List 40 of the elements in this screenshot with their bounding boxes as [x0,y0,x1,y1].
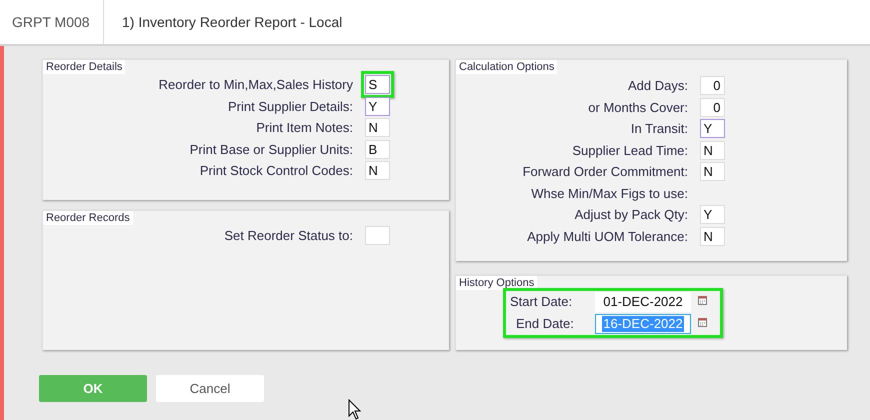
field-label: Add Days: [628,77,688,95]
panel-title: Reorder Details [43,60,126,74]
field-label: Print Base or Supplier Units: [190,140,353,159]
cancel-button[interactable]: Cancel [156,375,264,402]
input-field[interactable]: 0 [700,98,724,117]
date-field[interactable]: 01-DEC-2022 [595,292,691,312]
field-label: In Transit: [630,120,688,138]
field-label: Print Supplier Details: [228,98,353,116]
field-label: Apply Multi UOM Tolerance: [527,228,688,246]
input-field[interactable]: 0 [700,76,724,96]
calendar-icon[interactable] [698,296,707,305]
field-label: Print Item Notes: [256,119,353,137]
field-label: Whse Min/Max Figs to use: [531,184,688,203]
field-label: Start Date: [510,293,574,312]
input-field[interactable]: N [700,162,724,182]
field-label: Set Reorder Status to: [224,227,353,245]
panel-title: Calculation Options [456,60,558,74]
field-label: End Date: [515,315,575,334]
field-label: or Months Cover: [588,98,688,116]
calendar-icon[interactable] [698,318,707,327]
input-field[interactable]: N [700,226,724,246]
input-field[interactable]: Y [364,96,390,116]
input-field[interactable]: Y [700,119,724,138]
field-label: Print Stock Control Codes: [200,162,353,180]
panel-title: History Options [456,276,538,290]
mouse-pointer-icon [348,399,362,420]
panel-title: Reorder Records [43,211,133,225]
input-field[interactable] [364,226,390,246]
input-field[interactable]: Y [700,205,724,224]
field-label: Supplier Lead Time: [572,142,688,160]
input-field[interactable]: S [364,75,390,94]
field-label: Forward Order Commitment: [522,163,688,181]
window-title: 1) Inventory Reorder Report - Local [122,12,342,32]
input-field[interactable]: N [364,161,390,180]
input-field[interactable]: B [364,140,390,159]
input-field[interactable]: N [364,118,390,138]
report-code: GRPT M008 [12,12,90,32]
input-field[interactable]: N [700,140,724,160]
field-label: Adjust by Pack Qty: [574,206,688,224]
field-label: Reorder to Min,Max,Sales History [158,76,353,94]
